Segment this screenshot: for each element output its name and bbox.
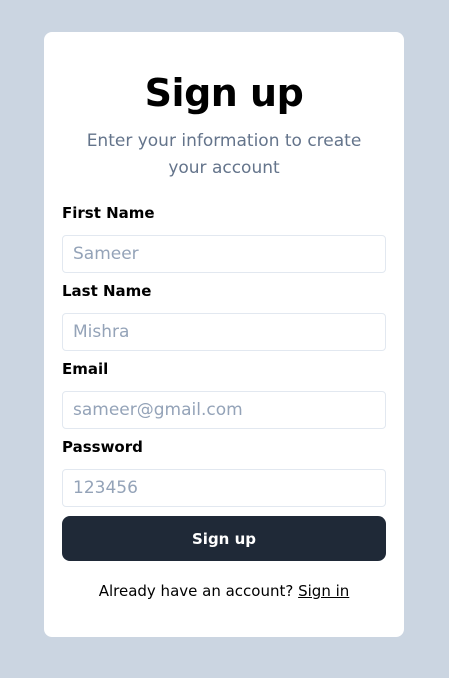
signin-prompt-text: Already have an account? <box>98 582 294 600</box>
page-subtitle: Enter your information to create your ac… <box>86 131 362 178</box>
email-label: Email <box>62 360 109 378</box>
email-input[interactable] <box>62 391 386 429</box>
signup-button[interactable]: Sign up <box>62 516 386 561</box>
last-name-label: Last Name <box>62 282 152 300</box>
password-label: Password <box>62 438 143 456</box>
page-title: Sign up <box>144 71 304 115</box>
last-name-input[interactable] <box>62 313 386 351</box>
signup-form: First Name Last Name Email Password Sign… <box>62 204 386 561</box>
password-input[interactable] <box>62 469 386 507</box>
signup-card: Sign up Enter your information to create… <box>44 32 404 637</box>
first-name-input[interactable] <box>62 235 386 273</box>
signin-link[interactable]: Sign in <box>298 582 349 600</box>
first-name-label: First Name <box>62 204 155 222</box>
signin-prompt: Already have an account? Sign in <box>62 581 386 601</box>
